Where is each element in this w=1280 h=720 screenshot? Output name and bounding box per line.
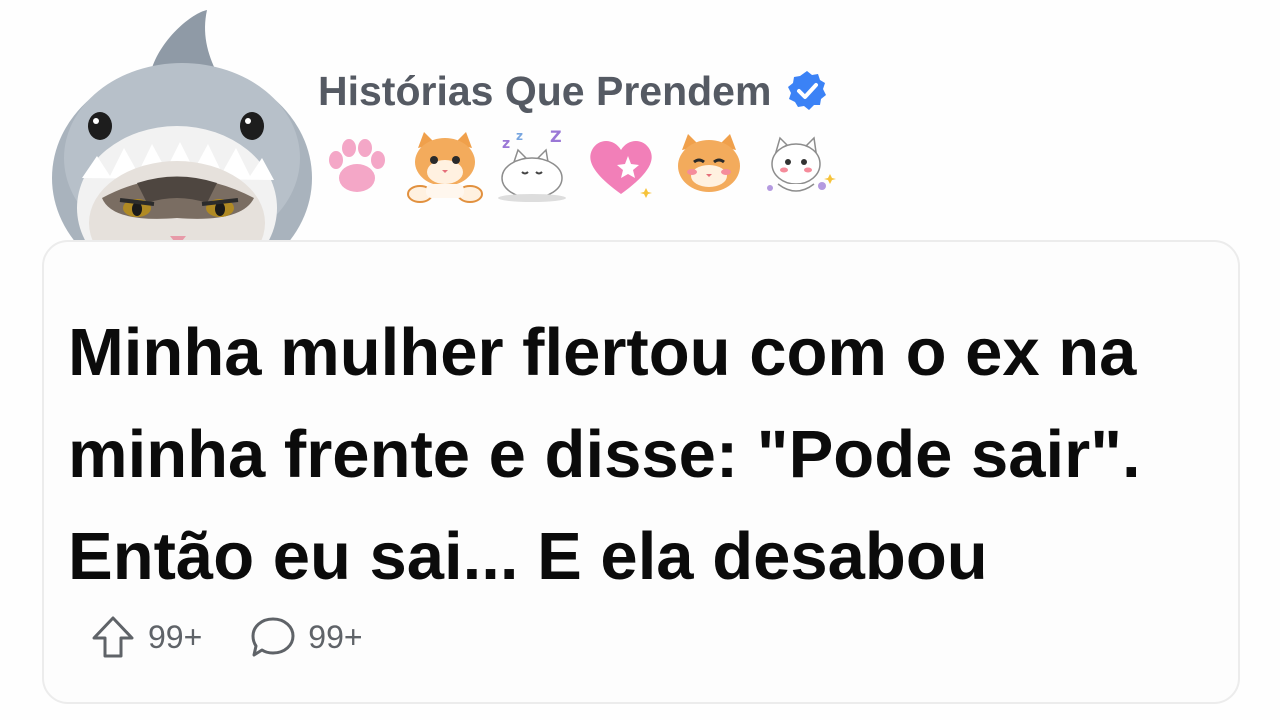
channel-name[interactable]: Histórias Que Prendem bbox=[318, 68, 771, 115]
post-card[interactable]: Minha mulher flertou com o ex na minha f… bbox=[42, 240, 1240, 704]
post-line: Minha mulher flertou com o ex na bbox=[68, 315, 1137, 390]
pink-heart-icon bbox=[582, 128, 660, 204]
channel-header: Histórias Que Prendem bbox=[318, 66, 829, 116]
post-line: minha frente e disse: "Pode sair". bbox=[68, 417, 1141, 492]
white-cat-sparkle-icon bbox=[758, 128, 836, 204]
arrow-up-icon bbox=[92, 616, 134, 658]
post-line: Então eu sai... E ela desabou bbox=[68, 519, 988, 594]
upvote-button[interactable]: 99+ bbox=[88, 614, 202, 660]
comment-count: 99+ bbox=[308, 618, 363, 655]
upvote-count: 99+ bbox=[148, 618, 203, 655]
comment-button[interactable]: 99+ bbox=[248, 614, 363, 660]
svg-text:z: z bbox=[516, 129, 523, 143]
post-actions: 99+ 99+ bbox=[88, 614, 363, 660]
sticker-row: z z Z bbox=[318, 128, 836, 204]
svg-text:z: z bbox=[502, 136, 510, 152]
post-page: Histórias Que Prendem z z Z Minha mulher… bbox=[0, 0, 1280, 720]
orange-cat-smiling-icon bbox=[670, 128, 748, 204]
post-body: Minha mulher flertou com o ex na minha f… bbox=[68, 302, 1218, 608]
paw-print-icon bbox=[318, 128, 396, 204]
sleeping-white-cat-icon: z z Z bbox=[494, 128, 572, 204]
svg-text:Z: Z bbox=[550, 128, 562, 146]
comment-bubble-icon bbox=[251, 617, 295, 657]
verified-badge-icon bbox=[788, 71, 827, 110]
orange-cat-waving-icon bbox=[406, 128, 484, 204]
